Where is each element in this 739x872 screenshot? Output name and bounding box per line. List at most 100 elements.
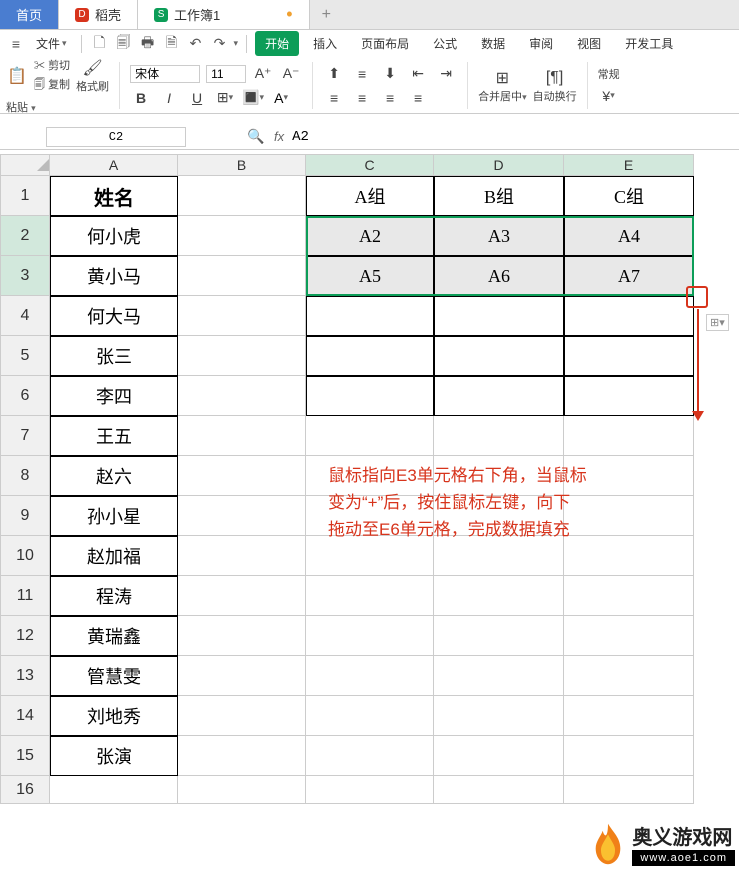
merge-cells-icon[interactable]: ⊞ [491, 68, 513, 88]
zoom-icon[interactable]: 🔍 [246, 127, 266, 147]
brush-icon[interactable]: 🖌 [82, 58, 104, 78]
cell-D2[interactable]: A3 [434, 216, 564, 256]
row-header-4[interactable]: 4 [0, 296, 50, 336]
cell-D13[interactable] [434, 656, 564, 696]
font-color-button[interactable]: A▾ [270, 88, 292, 108]
cell-B2[interactable] [178, 216, 306, 256]
cell-C14[interactable] [306, 696, 434, 736]
cell-D1[interactable]: B组 [434, 176, 564, 216]
cell-D5[interactable] [434, 336, 564, 376]
cell-A11[interactable]: 程涛 [50, 576, 178, 616]
cell-D6[interactable] [434, 376, 564, 416]
cell-D14[interactable] [434, 696, 564, 736]
cell-E1[interactable]: C组 [564, 176, 694, 216]
cell-B10[interactable] [178, 536, 306, 576]
ribbon-review[interactable]: 审阅 [519, 31, 563, 56]
wrap-text-icon[interactable]: [¶] [544, 68, 566, 88]
cell-C3[interactable]: A5 [306, 256, 434, 296]
row-header-3[interactable]: 3 [0, 256, 50, 296]
cell-C13[interactable] [306, 656, 434, 696]
cell-reference-input[interactable] [46, 127, 186, 147]
fx-icon[interactable]: fx [274, 129, 284, 144]
cut-button[interactable]: ✂ 剪切 [34, 57, 70, 73]
cell-E15[interactable] [564, 736, 694, 776]
cell-B13[interactable] [178, 656, 306, 696]
cell-B14[interactable] [178, 696, 306, 736]
align-justify-icon[interactable]: ≡ [407, 88, 429, 108]
number-format-select[interactable]: 常规 [598, 66, 620, 82]
increase-font-icon[interactable]: A⁺ [252, 64, 274, 84]
hamburger-icon[interactable]: ≡ [6, 34, 26, 54]
qat-dropdown-icon[interactable]: ▾ [234, 38, 239, 49]
cell-C16[interactable] [306, 776, 434, 804]
cell-D7[interactable] [434, 416, 564, 456]
row-header-10[interactable]: 10 [0, 536, 50, 576]
cell-C5[interactable] [306, 336, 434, 376]
cell-C4[interactable] [306, 296, 434, 336]
ribbon-insert[interactable]: 插入 [303, 31, 347, 56]
cell-B12[interactable] [178, 616, 306, 656]
cell-A6[interactable]: 李四 [50, 376, 178, 416]
select-all-corner[interactable] [0, 154, 50, 176]
tab-workbook[interactable]: S工作簿1• [138, 0, 310, 29]
saveas-icon[interactable]: 🗐 [114, 34, 134, 54]
cell-A3[interactable]: 黄小马 [50, 256, 178, 296]
cell-E7[interactable] [564, 416, 694, 456]
cell-A9[interactable]: 孙小星 [50, 496, 178, 536]
paste-button[interactable]: 粘贴 ▾ [6, 99, 36, 115]
indent-left-icon[interactable]: ⇤ [407, 64, 429, 84]
paste-icon[interactable]: 📋 [6, 66, 28, 86]
currency-icon[interactable]: ¥ ▾ [598, 86, 620, 106]
ribbon-formula[interactable]: 公式 [423, 31, 467, 56]
cell-D16[interactable] [434, 776, 564, 804]
cell-B15[interactable] [178, 736, 306, 776]
cell-C15[interactable] [306, 736, 434, 776]
row-header-12[interactable]: 12 [0, 616, 50, 656]
col-header-B[interactable]: B [178, 154, 306, 176]
col-header-C[interactable]: C [306, 154, 434, 176]
row-header-5[interactable]: 5 [0, 336, 50, 376]
border-button[interactable]: ⊞▾ [214, 88, 236, 108]
cell-E11[interactable] [564, 576, 694, 616]
undo-icon[interactable]: ↶ [186, 34, 206, 54]
row-header-11[interactable]: 11 [0, 576, 50, 616]
cell-A16[interactable] [50, 776, 178, 804]
cell-D15[interactable] [434, 736, 564, 776]
menu-file[interactable]: 文件▾ [30, 33, 73, 54]
row-header-14[interactable]: 14 [0, 696, 50, 736]
cell-C7[interactable] [306, 416, 434, 456]
tab-add[interactable]: + [310, 0, 343, 29]
row-header-6[interactable]: 6 [0, 376, 50, 416]
align-left-icon[interactable]: ≡ [323, 88, 345, 108]
col-header-D[interactable]: D [434, 154, 564, 176]
underline-button[interactable]: U [186, 88, 208, 108]
row-header-7[interactable]: 7 [0, 416, 50, 456]
cell-B3[interactable] [178, 256, 306, 296]
cell-E5[interactable] [564, 336, 694, 376]
cell-B11[interactable] [178, 576, 306, 616]
cell-C11[interactable] [306, 576, 434, 616]
cell-A1[interactable]: 姓名 [50, 176, 178, 216]
print-icon[interactable]: 🖶 [138, 34, 158, 54]
ribbon-layout[interactable]: 页面布局 [351, 31, 419, 56]
cell-A10[interactable]: 赵加福 [50, 536, 178, 576]
ribbon-view[interactable]: 视图 [567, 31, 611, 56]
cell-A8[interactable]: 赵六 [50, 456, 178, 496]
cell-B5[interactable] [178, 336, 306, 376]
fill-color-button[interactable]: 🔳▾ [242, 88, 264, 108]
ribbon-data[interactable]: 数据 [471, 31, 515, 56]
align-top-icon[interactable]: ⬆ [323, 64, 345, 84]
font-size-select[interactable] [206, 65, 246, 83]
row-header-9[interactable]: 9 [0, 496, 50, 536]
autofill-options-icon[interactable]: ⊞▾ [706, 314, 729, 331]
cell-B4[interactable] [178, 296, 306, 336]
row-header-13[interactable]: 13 [0, 656, 50, 696]
cell-A5[interactable]: 张三 [50, 336, 178, 376]
cell-A2[interactable]: 何小虎 [50, 216, 178, 256]
cell-B7[interactable] [178, 416, 306, 456]
ribbon-start[interactable]: 开始 [255, 31, 299, 56]
cell-C1[interactable]: A组 [306, 176, 434, 216]
cell-B9[interactable] [178, 496, 306, 536]
tab-home[interactable]: 首页 [0, 0, 59, 29]
cell-C2[interactable]: A2 [306, 216, 434, 256]
